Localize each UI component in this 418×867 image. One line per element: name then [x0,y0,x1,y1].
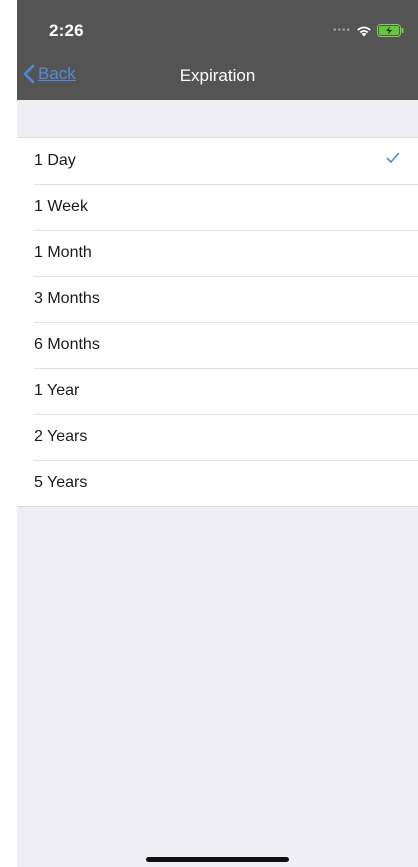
option-label: 1 Year [34,382,80,399]
checkmark-icon [386,152,400,163]
navigation-bar: 2:26 •••• Back Expiration [17,0,418,100]
home-indicator[interactable] [146,857,289,862]
option-1-day[interactable]: 1 Day [17,138,418,184]
battery-charging-icon [377,24,404,37]
page-title: Expiration [179,66,256,85]
option-label: 6 Months [34,336,100,353]
option-1-week[interactable]: 1 Week [17,184,418,230]
option-label: 2 Years [34,428,88,445]
signal-dots-icon: •••• [332,24,351,36]
option-label: 1 Week [34,198,88,215]
wifi-icon [357,26,371,36]
option-5-years[interactable]: 5 Years [17,460,418,506]
option-1-year[interactable]: 1 Year [17,368,418,414]
option-label: 1 Day [34,152,76,169]
option-2-years[interactable]: 2 Years [17,414,418,460]
option-6-months[interactable]: 6 Months [17,322,418,368]
status-icons: •••• [333,24,404,37]
option-3-months[interactable]: 3 Months [17,276,418,322]
screen: 2:26 •••• Back Expiration 1 Day 1 Week 1… [17,0,418,867]
option-label: 1 Month [34,244,92,261]
option-label: 5 Years [34,474,88,491]
expiration-options-list: 1 Day 1 Week 1 Month 3 Months 6 Months 1… [17,137,418,507]
status-time: 2:26 [49,21,84,40]
option-label: 3 Months [34,290,100,307]
option-1-month[interactable]: 1 Month [17,230,418,276]
